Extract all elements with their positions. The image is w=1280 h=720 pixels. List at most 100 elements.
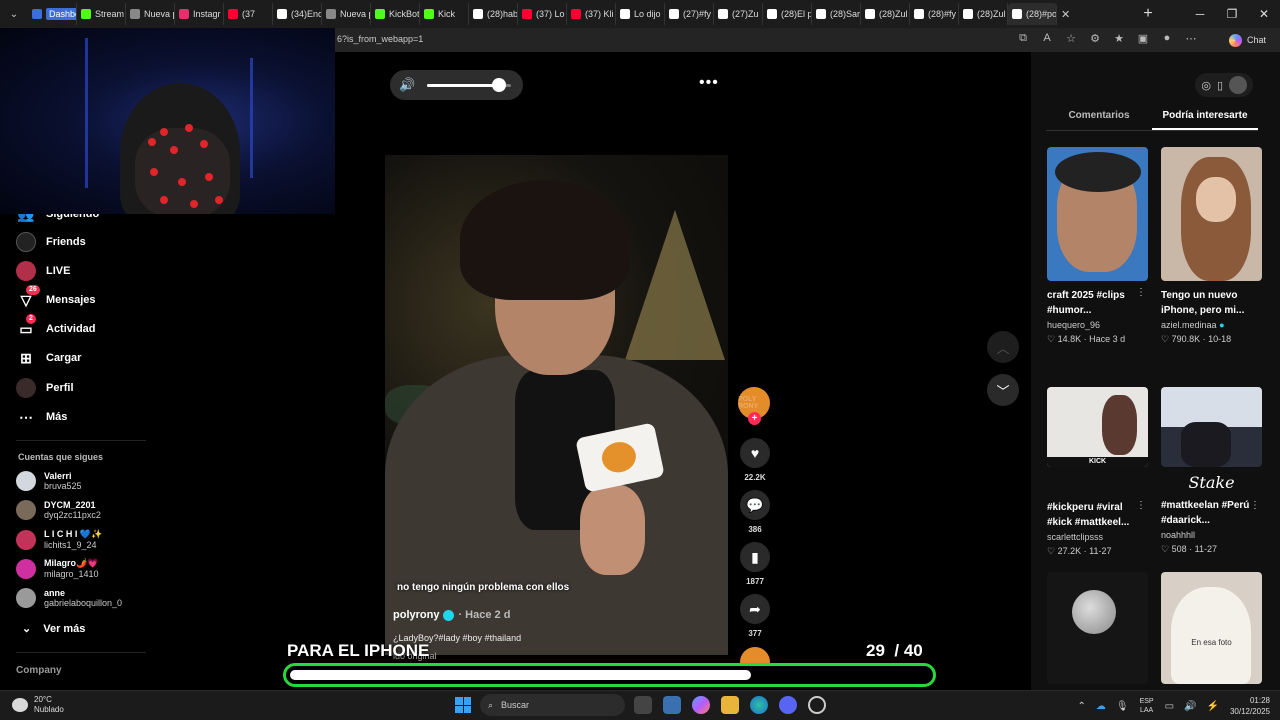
- browser-tab[interactable]: (37) Kli: [567, 3, 616, 25]
- close-tab-icon[interactable]: ✕: [1057, 8, 1074, 21]
- video-player[interactable]: [385, 155, 728, 655]
- video-card[interactable]: Stake #mattkeelan #Perú #daarick... ⋮ no…: [1161, 387, 1262, 555]
- share-icon[interactable]: ➦: [740, 594, 770, 624]
- file-explorer-icon[interactable]: [721, 696, 739, 714]
- heart-icon[interactable]: ♥: [740, 438, 770, 468]
- browser-tab[interactable]: (28)Sar: [812, 3, 861, 25]
- following-account[interactable]: L I C H I 💙✨ lichits1_9_24: [16, 529, 102, 550]
- coin-icon[interactable]: ◎: [1201, 79, 1211, 92]
- sidebar-item-profile[interactable]: Perfil: [16, 378, 74, 398]
- like-action[interactable]: ♥ 22.2K: [739, 438, 771, 482]
- video-thumbnail[interactable]: [1161, 387, 1262, 467]
- url-field[interactable]: 6?is_from_webapp=1: [337, 34, 423, 44]
- sidebar-item-more[interactable]: ⋯ Más: [16, 407, 67, 427]
- onedrive-icon[interactable]: ☁: [1096, 701, 1106, 712]
- settings-more-icon[interactable]: ⋯: [1184, 32, 1198, 45]
- chevron-up-icon[interactable]: ⌃: [1077, 701, 1085, 712]
- open-app-icon[interactable]: ⧉: [1016, 32, 1030, 45]
- company-link[interactable]: Company: [16, 665, 62, 676]
- language-indicator[interactable]: ESP LAA: [1140, 697, 1154, 715]
- sidebar-item-activity[interactable]: ▭ 2 Actividad: [16, 314, 96, 339]
- tab-actions-chevron-icon[interactable]: ⌄: [0, 0, 28, 28]
- translate-icon[interactable]: A: [1040, 32, 1054, 45]
- browser-tab[interactable]: (28)hab: [469, 3, 518, 25]
- copilot-chat-button[interactable]: Chat: [1223, 31, 1272, 49]
- following-account[interactable]: Valerri bruva525: [16, 471, 82, 491]
- tab-comments[interactable]: Comentarios: [1046, 110, 1152, 130]
- browser-tab[interactable]: (27)Zu: [714, 3, 763, 25]
- video-thumbnail[interactable]: En esa foto: [1161, 572, 1262, 684]
- card-more-icon[interactable]: ⋮: [1250, 500, 1260, 511]
- video-card[interactable]: Tengo un nuevo iPhone, pero mi... aziel.…: [1161, 147, 1262, 345]
- store-icon[interactable]: [663, 696, 681, 714]
- close-window-icon[interactable]: ✕: [1248, 0, 1280, 28]
- volume-slider[interactable]: [427, 77, 512, 92]
- author-name[interactable]: polyrony: [393, 609, 439, 621]
- following-account[interactable]: anne gabrielaboquillon_0: [16, 588, 122, 608]
- following-account[interactable]: Milagro🌶️💗 milagro_1410: [16, 558, 99, 579]
- video-thumbnail[interactable]: [1047, 147, 1148, 281]
- extensions-icon[interactable]: ⚙: [1088, 32, 1102, 45]
- video-thumbnail[interactable]: KICK: [1047, 387, 1148, 467]
- favorite-star-icon[interactable]: ☆: [1064, 32, 1078, 45]
- edge-browser-icon[interactable]: [750, 696, 768, 714]
- sidebar-item-friends[interactable]: Friends: [16, 232, 86, 252]
- browser-tab[interactable]: Instagr: [175, 3, 224, 25]
- browser-tab[interactable]: Dashbo: [28, 3, 77, 25]
- browser-tab[interactable]: Stream: [77, 3, 126, 25]
- sidebar-item-live[interactable]: LIVE: [16, 261, 70, 281]
- network-icon[interactable]: ▭: [1165, 701, 1174, 712]
- follow-plus-button[interactable]: +: [748, 412, 761, 425]
- browser-tab[interactable]: KickBot: [371, 3, 420, 25]
- browser-tab[interactable]: (28)Zul: [959, 3, 1008, 25]
- browser-tab[interactable]: (37: [224, 3, 273, 25]
- battery-icon[interactable]: ⚡: [1207, 701, 1219, 712]
- browser-tab[interactable]: (34)Enc: [273, 3, 322, 25]
- sidebar-item-upload[interactable]: ⊞ Cargar: [16, 348, 81, 368]
- card-more-icon[interactable]: ⋮: [1136, 500, 1146, 511]
- restore-icon[interactable]: ❐: [1216, 0, 1248, 28]
- see-more-button[interactable]: ⌄ Ver más: [22, 622, 85, 636]
- user-avatar[interactable]: [1229, 76, 1247, 94]
- previous-video-button[interactable]: ︿: [987, 331, 1019, 363]
- task-view-icon[interactable]: [634, 696, 652, 714]
- following-account[interactable]: DYCM_2201 dyq2zc11pxc2: [16, 500, 101, 520]
- system-clock[interactable]: 01:28 30/12/2025: [1230, 695, 1270, 717]
- volume-icon[interactable]: 🔊: [1184, 701, 1196, 712]
- copilot-app-icon[interactable]: [692, 696, 710, 714]
- discord-icon[interactable]: [779, 696, 797, 714]
- browser-tab[interactable]: Nueva p: [322, 3, 371, 25]
- browser-tab[interactable]: (28)Zul: [861, 3, 910, 25]
- browser-tab[interactable]: (28)#fy: [910, 3, 959, 25]
- volume-thumb[interactable]: [491, 77, 506, 92]
- more-options-icon[interactable]: •••: [699, 74, 719, 92]
- share-action[interactable]: ➦ 377: [739, 594, 771, 638]
- profile-icon[interactable]: ●: [1160, 32, 1174, 45]
- microphone-icon[interactable]: 🎙: [1116, 701, 1129, 712]
- bookmark-icon[interactable]: ▮: [740, 542, 770, 572]
- minimize-icon[interactable]: ─: [1184, 0, 1216, 28]
- save-action[interactable]: ▮ 1877: [739, 542, 771, 586]
- tab-suggestions[interactable]: Podría interesarte: [1152, 110, 1258, 130]
- video-card[interactable]: [1047, 572, 1148, 684]
- video-thumbnail[interactable]: [1047, 572, 1148, 684]
- speaker-icon[interactable]: 🔊: [399, 77, 415, 93]
- obs-icon[interactable]: [808, 696, 826, 714]
- video-thumbnail[interactable]: [1161, 147, 1262, 281]
- new-tab-button[interactable]: +: [1133, 5, 1163, 23]
- favorites-icon[interactable]: ★: [1112, 32, 1126, 45]
- browser-tab[interactable]: Lo dijo: [616, 3, 665, 25]
- next-video-button[interactable]: ﹀: [987, 374, 1019, 406]
- browser-tab[interactable]: (27)#fy: [665, 3, 714, 25]
- browser-tab[interactable]: Kick: [420, 3, 469, 25]
- comment-icon[interactable]: 💬: [740, 490, 770, 520]
- video-card[interactable]: En esa foto: [1161, 572, 1262, 684]
- video-card[interactable]: craft 2025 #clips #humor... ⋮ huequero_9…: [1047, 147, 1148, 345]
- sidebar-item-messages[interactable]: ▽ 26 Mensajes: [16, 285, 96, 310]
- taskbar-search[interactable]: ⌕ Buscar: [480, 694, 625, 716]
- windows-start-icon[interactable]: [455, 697, 471, 713]
- comment-action[interactable]: 💬 386: [739, 490, 771, 534]
- browser-tab[interactable]: (28)#po: [1008, 3, 1057, 25]
- video-card[interactable]: KICK #kickperu #viral #kick #mattkeel...…: [1047, 387, 1148, 557]
- browser-tab[interactable]: (37) Lo: [518, 3, 567, 25]
